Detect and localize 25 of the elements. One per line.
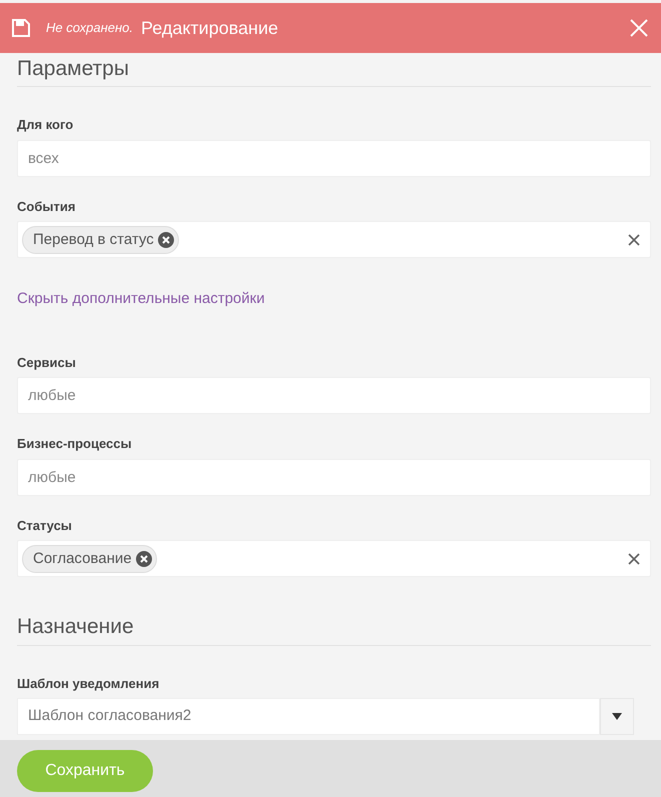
tag-label: Перевод в статус	[33, 230, 154, 250]
save-icon	[12, 19, 30, 37]
toggle-settings-link[interactable]: Скрыть дополнительные настройки	[17, 288, 265, 311]
field-label: Статусы	[17, 516, 72, 535]
input-field[interactable]: всех	[17, 140, 651, 177]
tag-label: Согласование	[33, 548, 132, 569]
remove-tag-icon[interactable]	[136, 550, 152, 567]
input-field[interactable]: любые	[17, 458, 651, 496]
remove-tag-icon[interactable]	[158, 232, 174, 248]
field-label: Шаблон уведомления	[17, 674, 160, 693]
window-title: Редактирование	[141, 16, 278, 40]
clear-icon[interactable]	[628, 234, 640, 246]
section-title: Назначение	[17, 613, 651, 646]
dropdown-icon[interactable]	[612, 713, 622, 720]
section-title: Параметры	[17, 55, 651, 88]
field-label: Бизнес-процессы	[17, 435, 132, 454]
tag-field[interactable]: Согласование	[17, 540, 651, 578]
field-label: Сервисы	[17, 354, 76, 372]
field-label: Для кого	[17, 116, 74, 134]
close-icon[interactable]	[629, 18, 649, 38]
field-label: События	[17, 198, 76, 216]
input-field[interactable]: любые	[17, 377, 651, 414]
tag-field[interactable]: Перевод в статус	[17, 221, 651, 258]
clear-icon[interactable]	[628, 552, 640, 565]
save-status: Не сохранено.	[46, 19, 134, 38]
